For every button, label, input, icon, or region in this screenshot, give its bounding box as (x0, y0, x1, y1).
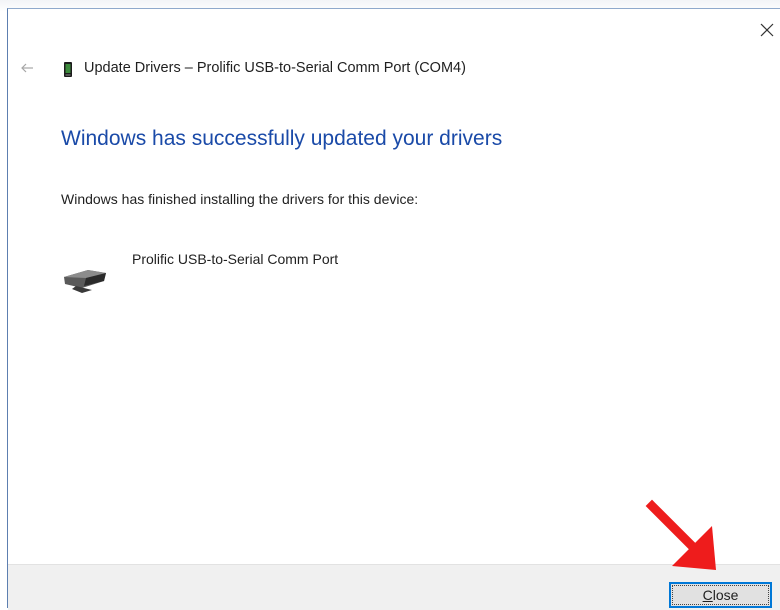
dialog-title: Update Drivers – Prolific USB-to-Serial … (84, 60, 466, 76)
close-button-label: lose (712, 587, 739, 603)
device-name: Prolific USB-to-Serial Comm Port (132, 251, 339, 267)
red-arrow-icon (645, 499, 716, 570)
close-button[interactable]: Close (669, 582, 772, 608)
usb-device-icon (64, 62, 72, 77)
status-message: Windows has finished installing the driv… (61, 191, 419, 207)
close-button-accelerator: C (702, 587, 713, 603)
close-icon[interactable] (758, 21, 776, 39)
serial-port-device-icon (64, 270, 106, 293)
back-arrow-icon[interactable] (20, 61, 34, 75)
success-heading: Windows has successfully updated your dr… (61, 127, 503, 150)
